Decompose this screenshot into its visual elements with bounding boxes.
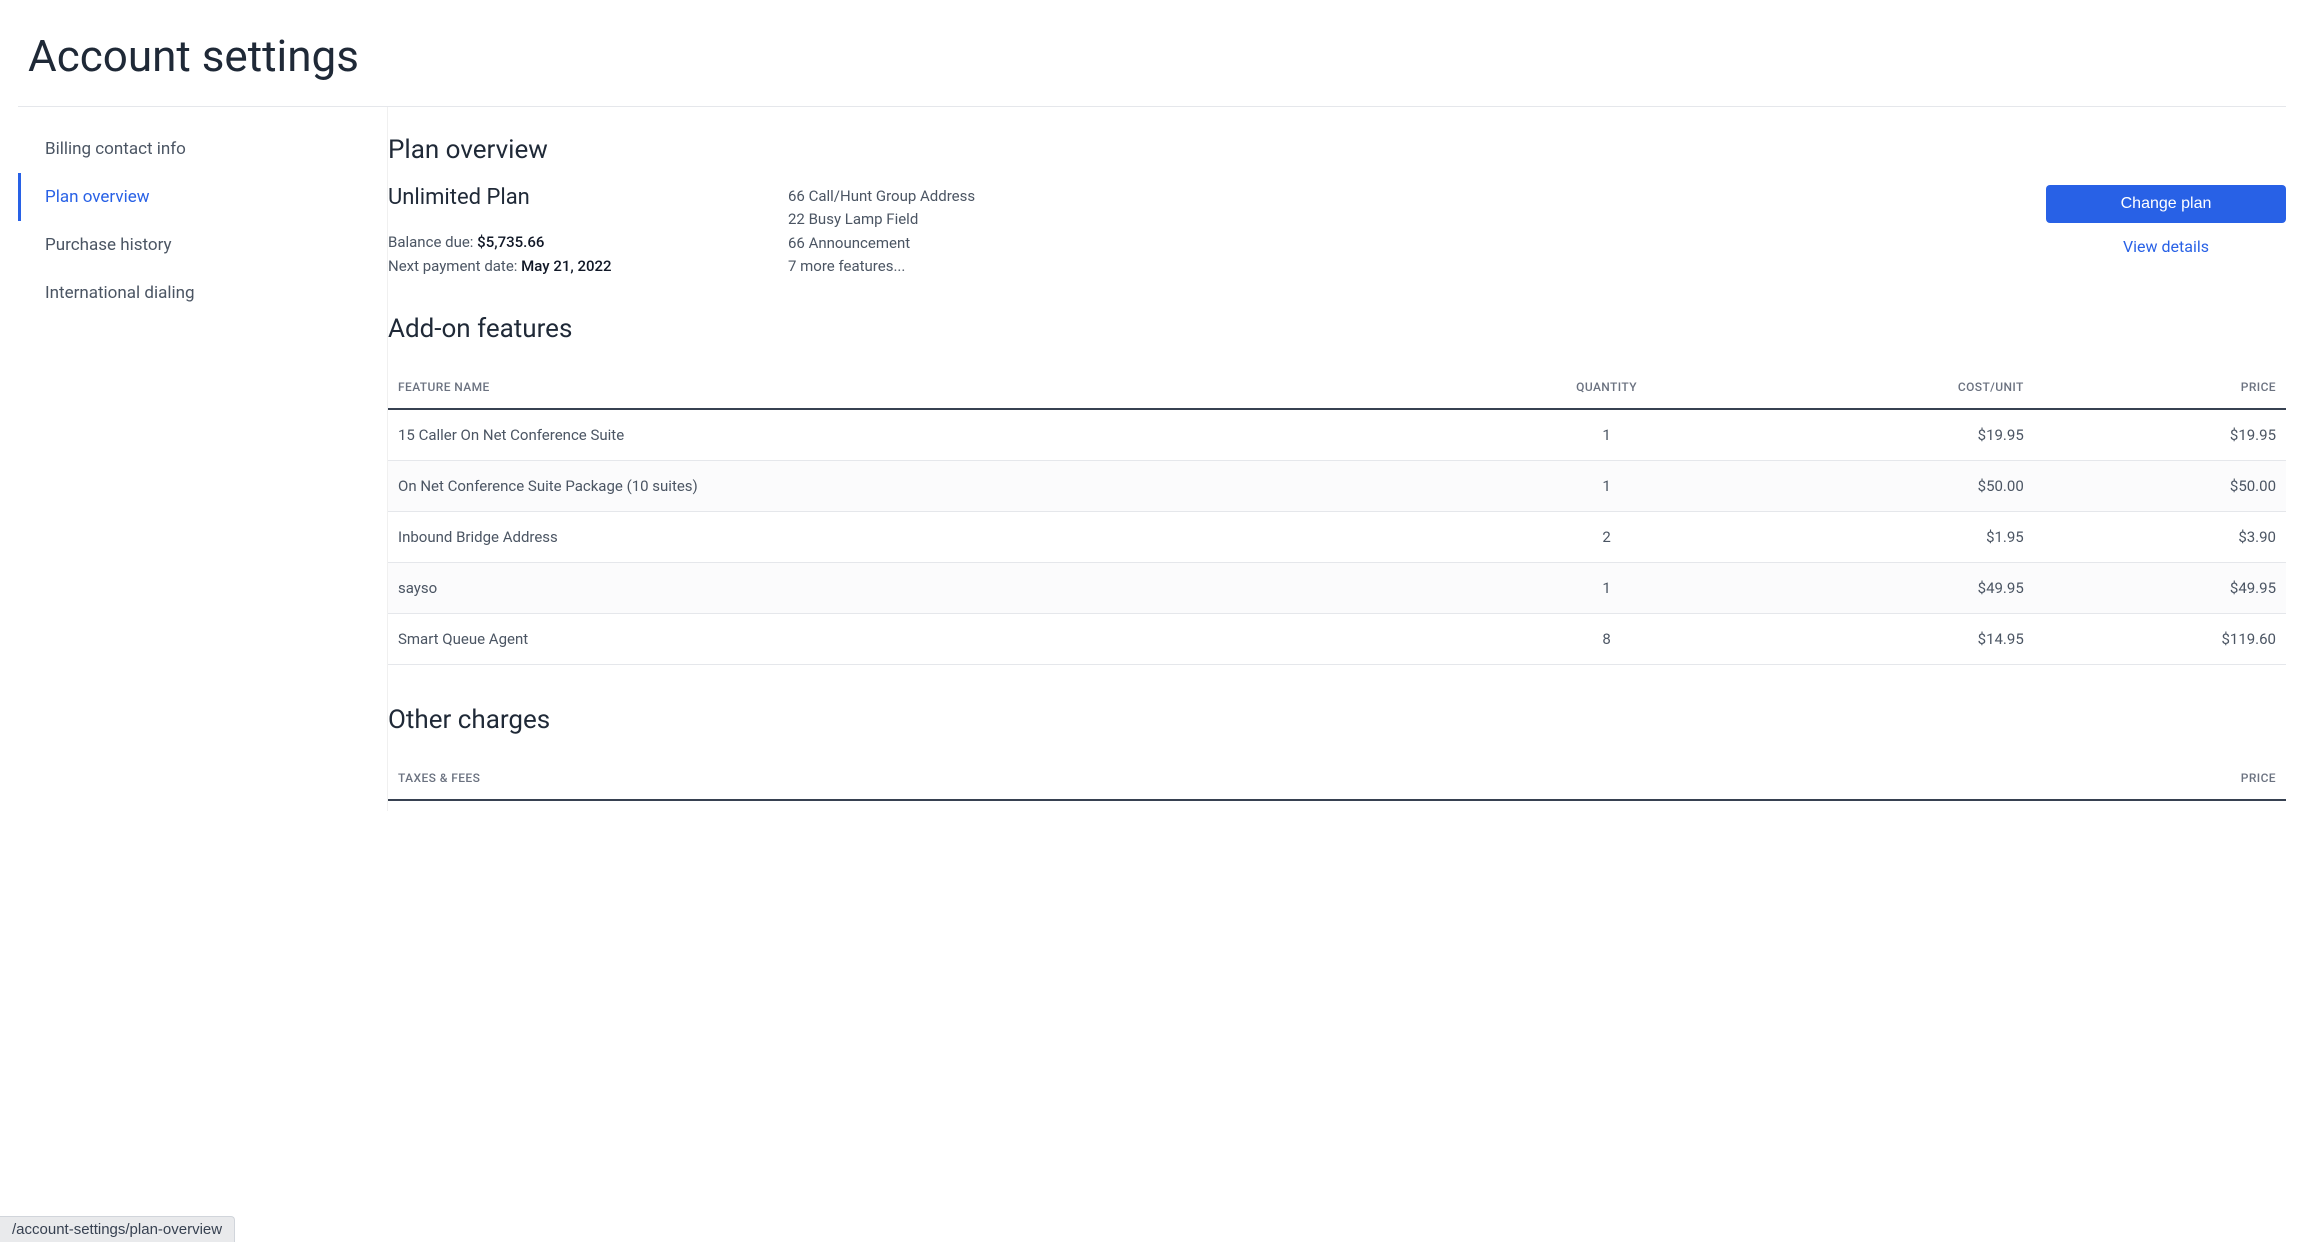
plan-name: Unlimited Plan [388,185,748,210]
feature-quantity: 2 [1470,512,1743,563]
status-bar-url: /account-settings/plan-overview [0,1216,235,1242]
sidebar-item-label: International dialing [45,283,195,303]
feature-name: sayso [388,563,1470,614]
addon-header-row: FEATURE NAME QUANTITY COST/UNIT PRICE [388,364,2286,409]
feature-price: $3.90 [2034,512,2286,563]
addon-header-cost-unit: COST/UNIT [1743,364,2034,409]
sidebar-item-purchase-history[interactable]: Purchase history [18,221,387,269]
addon-table: FEATURE NAME QUANTITY COST/UNIT PRICE 15… [388,364,2286,665]
feature-name: Smart Queue Agent [388,614,1470,665]
next-payment-value: May 21, 2022 [521,257,611,275]
feature-name: 15 Caller On Net Conference Suite [388,409,1470,461]
table-row: Smart Queue Agent 8 $14.95 $119.60 [388,614,2286,665]
feature-price: $119.60 [2034,614,2286,665]
feature-quantity: 1 [1470,409,1743,461]
feature-quantity: 1 [1470,563,1743,614]
table-row: Inbound Bridge Address 2 $1.95 $3.90 [388,512,2286,563]
sidebar-item-international-dialing[interactable]: International dialing [18,269,387,317]
plan-feature-line: 22 Busy Lamp Field [788,208,2006,231]
balance-due-value: $5,735.66 [477,233,544,251]
sidebar-item-plan-overview[interactable]: Plan overview [18,173,387,221]
page-title: Account settings [0,0,2304,106]
addon-header-name: FEATURE NAME [388,364,1470,409]
table-row: 15 Caller On Net Conference Suite 1 $19.… [388,409,2286,461]
balance-due-label: Balance due: [388,233,473,251]
other-header-row: TAXES & FEES PRICE [388,755,2286,800]
other-charges-title: Other charges [388,705,2286,735]
plan-left: Unlimited Plan Balance due: $5,735.66 Ne… [388,185,748,278]
sidebar-item-label: Billing contact info [45,139,186,159]
plan-features-list: 66 Call/Hunt Group Address 22 Busy Lamp … [788,185,2006,278]
plan-overview-title: Plan overview [388,135,2286,165]
addon-header-price: PRICE [2034,364,2286,409]
other-header-price: PRICE [1620,755,2286,800]
plan-summary: Unlimited Plan Balance due: $5,735.66 Ne… [388,185,2286,278]
feature-quantity: 8 [1470,614,1743,665]
feature-cost-unit: $1.95 [1743,512,2034,563]
sidebar-item-label: Purchase history [45,235,172,255]
feature-name: On Net Conference Suite Package (10 suit… [388,461,1470,512]
feature-cost-unit: $19.95 [1743,409,2034,461]
feature-price: $19.95 [2034,409,2286,461]
sidebar: Billing contact info Plan overview Purch… [18,107,388,811]
table-row: sayso 1 $49.95 $49.95 [388,563,2286,614]
balance-due-line: Balance due: $5,735.66 [388,230,748,254]
main: Plan overview Unlimited Plan Balance due… [388,107,2286,811]
plan-feature-line: 66 Call/Hunt Group Address [788,185,2006,208]
plan-actions: Change plan View details [2046,185,2286,256]
sidebar-item-label: Plan overview [45,187,150,207]
change-plan-button[interactable]: Change plan [2046,185,2286,223]
feature-price: $49.95 [2034,563,2286,614]
feature-price: $50.00 [2034,461,2286,512]
next-payment-line: Next payment date: May 21, 2022 [388,254,748,278]
next-payment-label: Next payment date: [388,257,517,275]
other-header-name: TAXES & FEES [388,755,1620,800]
feature-cost-unit: $50.00 [1743,461,2034,512]
addon-header-quantity: QUANTITY [1470,364,1743,409]
feature-quantity: 1 [1470,461,1743,512]
plan-feature-line: 7 more features... [788,255,2006,278]
feature-cost-unit: $49.95 [1743,563,2034,614]
content-area: Billing contact info Plan overview Purch… [18,106,2286,811]
view-details-link[interactable]: View details [2046,237,2286,256]
plan-feature-line: 66 Announcement [788,232,2006,255]
other-charges-table: TAXES & FEES PRICE [388,755,2286,801]
feature-name: Inbound Bridge Address [388,512,1470,563]
sidebar-item-billing-contact-info[interactable]: Billing contact info [18,125,387,173]
addon-features-title: Add-on features [388,314,2286,344]
feature-cost-unit: $14.95 [1743,614,2034,665]
table-row: On Net Conference Suite Package (10 suit… [388,461,2286,512]
